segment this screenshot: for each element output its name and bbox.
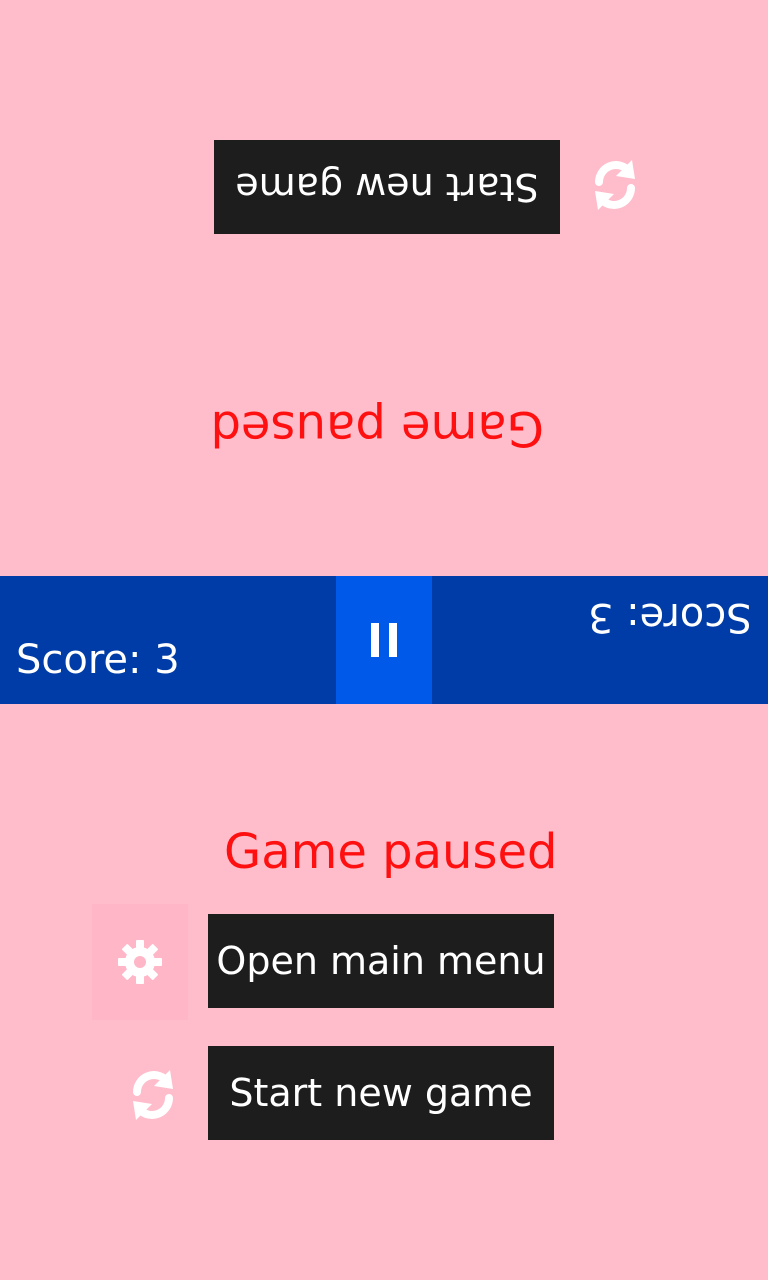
bottom-game-paused-title: Game paused xyxy=(224,824,558,880)
top-score-label: Score: 3 xyxy=(588,594,752,640)
top-refresh-svg-icon xyxy=(595,160,635,210)
top-player-area: Game paused Start new game xyxy=(0,0,768,576)
top-start-new-game-button[interactable]: Start new game xyxy=(214,140,560,234)
bottom-start-new-game-button[interactable]: Start new game xyxy=(208,1046,554,1140)
bottom-player-area: Game paused Open main menu Start new gam… xyxy=(0,704,768,1280)
pause-button[interactable] xyxy=(336,576,432,704)
pause-icon xyxy=(371,623,397,657)
settings-gear-button[interactable] xyxy=(92,904,188,1020)
bottom-score-label: Score: 3 xyxy=(16,637,180,683)
bottom-refresh-svg-icon xyxy=(133,1070,173,1120)
bottom-refresh-icon[interactable] xyxy=(105,1047,201,1143)
top-refresh-icon[interactable] xyxy=(567,137,663,233)
score-bar: Score: 3 Score: 3 xyxy=(0,576,768,704)
gear-icon xyxy=(118,940,162,984)
top-game-paused-title: Game paused xyxy=(210,400,544,456)
open-main-menu-button[interactable]: Open main menu xyxy=(208,914,554,1008)
